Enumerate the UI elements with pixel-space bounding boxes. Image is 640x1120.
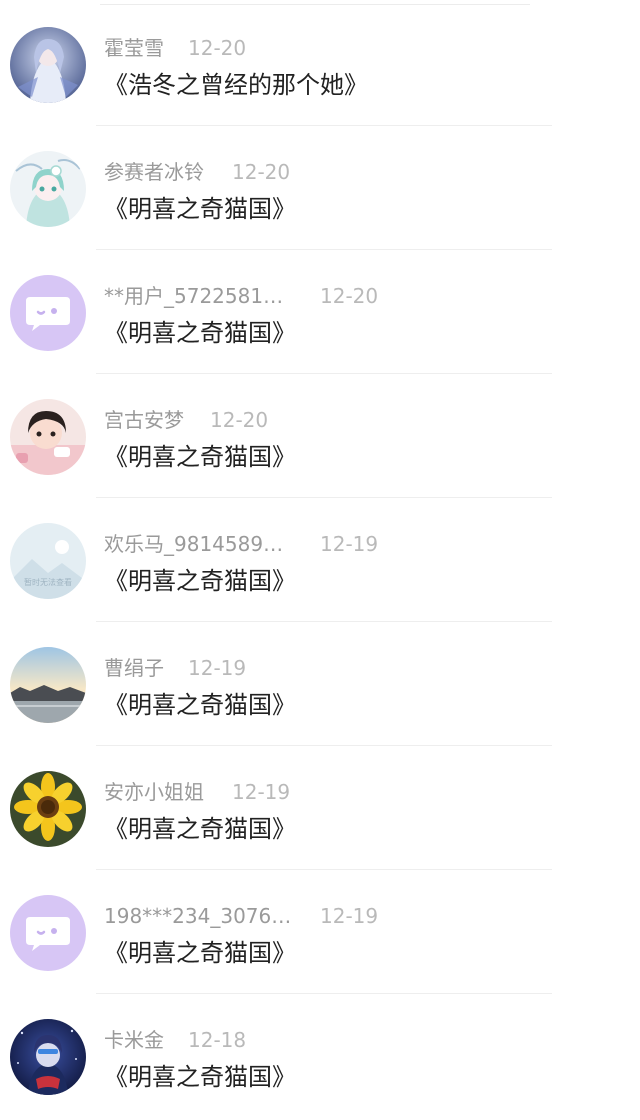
avatar[interactable]: 暂时无法查看 bbox=[10, 523, 86, 599]
divider bbox=[96, 125, 552, 126]
child-photo-avatar bbox=[10, 399, 86, 475]
comment-title[interactable]: 《明喜之奇猫国》 bbox=[104, 193, 296, 225]
comment-title[interactable]: 《明喜之奇猫国》 bbox=[104, 565, 296, 597]
avatar[interactable] bbox=[10, 647, 86, 723]
chat-bubble-icon bbox=[10, 895, 86, 971]
comment-title[interactable]: 《明喜之奇猫国》 bbox=[104, 689, 296, 721]
comment-date: 12-19 bbox=[320, 532, 379, 556]
list-item[interactable]: 参赛者冰铃 12-20 《明喜之奇猫国》 bbox=[0, 127, 640, 251]
anime-dark-night-avatar bbox=[10, 1019, 86, 1095]
comment-date: 12-20 bbox=[320, 284, 379, 308]
comment-title[interactable]: 《明喜之奇猫国》 bbox=[104, 813, 296, 845]
username[interactable]: 安亦小姐姐 bbox=[104, 778, 204, 806]
sunset-landscape-avatar bbox=[10, 647, 86, 723]
anime-girl-blue-avatar bbox=[10, 27, 86, 103]
avatar[interactable] bbox=[10, 1019, 86, 1095]
avatar[interactable] bbox=[10, 399, 86, 475]
anime-girl-teal-avatar bbox=[10, 151, 86, 227]
comment-date: 12-19 bbox=[188, 656, 247, 680]
list-item[interactable]: 安亦小姐姐 12-19 《明喜之奇猫国》 bbox=[0, 747, 640, 871]
comment-title[interactable]: 《明喜之奇猫国》 bbox=[104, 317, 296, 349]
divider bbox=[96, 249, 552, 250]
list-item[interactable]: 198***234_3076… 12-19 《明喜之奇猫国》 bbox=[0, 871, 640, 995]
list-item[interactable]: **用户_5722581… 12-20 《明喜之奇猫国》 bbox=[0, 251, 640, 375]
comment-title[interactable]: 《浩冬之曾经的那个她》 bbox=[104, 69, 368, 101]
username[interactable]: 霍莹雪 bbox=[104, 34, 164, 62]
list-item[interactable]: 暂时无法查看 欢乐马_9814589… 12-19 《明喜之奇猫国》 bbox=[0, 499, 640, 623]
username[interactable]: 198***234_3076… bbox=[104, 902, 291, 930]
comment-date: 12-20 bbox=[188, 36, 247, 60]
list-item[interactable]: 宫古安梦 12-20 《明喜之奇猫国》 bbox=[0, 375, 640, 499]
list-item[interactable]: 霍莹雪 12-20 《浩冬之曾经的那个她》 bbox=[0, 3, 640, 127]
divider bbox=[96, 497, 552, 498]
avatar[interactable] bbox=[10, 771, 86, 847]
avatar[interactable] bbox=[10, 275, 86, 351]
avatar[interactable] bbox=[10, 27, 86, 103]
sunflower-avatar bbox=[10, 771, 86, 847]
image-unavailable-icon: 暂时无法查看 bbox=[10, 523, 86, 599]
divider bbox=[96, 621, 552, 622]
username[interactable]: 卡米金 bbox=[104, 1026, 164, 1054]
comment-date: 12-20 bbox=[232, 160, 291, 184]
username[interactable]: 曹绢子 bbox=[104, 654, 164, 682]
comment-date: 12-19 bbox=[232, 780, 291, 804]
username[interactable]: **用户_5722581… bbox=[104, 282, 283, 310]
username[interactable]: 宫古安梦 bbox=[104, 406, 184, 434]
divider bbox=[96, 869, 552, 870]
list-item[interactable]: 卡米金 12-18 《明喜之奇猫国》 bbox=[0, 995, 640, 1119]
comment-title[interactable]: 《明喜之奇猫国》 bbox=[104, 937, 296, 969]
divider bbox=[96, 745, 552, 746]
comment-title[interactable]: 《明喜之奇猫国》 bbox=[104, 441, 296, 473]
divider bbox=[96, 373, 552, 374]
avatar[interactable] bbox=[10, 895, 86, 971]
comment-date: 12-18 bbox=[188, 1028, 247, 1052]
comment-title[interactable]: 《明喜之奇猫国》 bbox=[104, 1061, 296, 1093]
chat-bubble-icon bbox=[10, 275, 86, 351]
avatar[interactable] bbox=[10, 151, 86, 227]
comment-date: 12-20 bbox=[210, 408, 269, 432]
username[interactable]: 参赛者冰铃 bbox=[104, 158, 204, 186]
username[interactable]: 欢乐马_9814589… bbox=[104, 530, 283, 558]
comment-date: 12-19 bbox=[320, 904, 379, 928]
avatar-caption: 暂时无法查看 bbox=[24, 577, 72, 587]
divider bbox=[96, 993, 552, 994]
list-item[interactable]: 曹绢子 12-19 《明喜之奇猫国》 bbox=[0, 623, 640, 747]
